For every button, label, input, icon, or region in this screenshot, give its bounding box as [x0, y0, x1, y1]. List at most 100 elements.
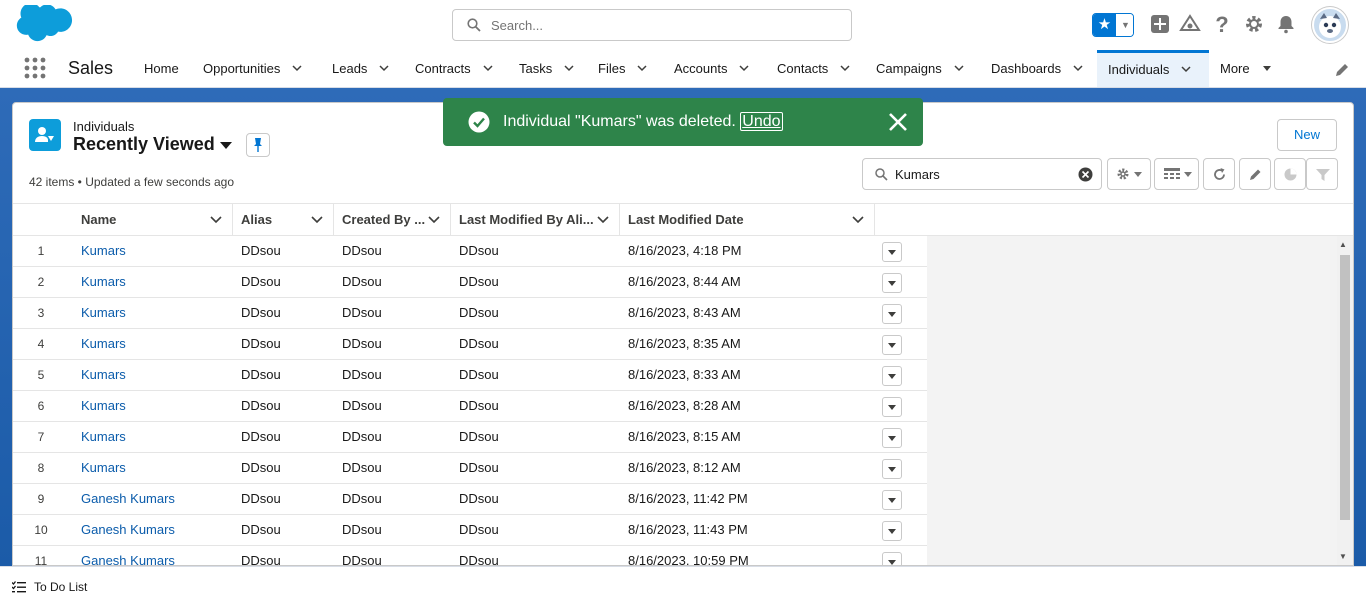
- nav-item-label: Dashboards: [991, 61, 1062, 76]
- edit-nav-pencil-icon[interactable]: [1334, 62, 1350, 78]
- chevron-down-icon[interactable]: [954, 63, 964, 73]
- record-name-link[interactable]: Kumars: [81, 453, 126, 483]
- nav-item-leads[interactable]: Leads: [332, 50, 389, 87]
- chevron-down-icon[interactable]: [637, 63, 647, 73]
- favorites-dropdown-icon[interactable]: ▼: [1117, 14, 1133, 36]
- notifications-bell-icon[interactable]: [1275, 14, 1297, 36]
- column-header-label: Alias: [241, 212, 273, 227]
- todo-list-label[interactable]: To Do List: [34, 580, 87, 594]
- nav-item-contracts[interactable]: Contracts: [415, 50, 493, 87]
- help-icon[interactable]: ?: [1211, 14, 1233, 36]
- record-name-link[interactable]: Kumars: [81, 360, 126, 390]
- search-placeholder: Search...: [491, 18, 544, 33]
- row-actions-button[interactable]: [882, 552, 902, 565]
- record-name-link[interactable]: Kumars: [81, 236, 126, 266]
- chevron-down-icon[interactable]: [597, 215, 609, 225]
- column-header-last-modified-by[interactable]: Last Modified By Ali...: [451, 204, 620, 236]
- nav-item-campaigns[interactable]: Campaigns: [876, 50, 964, 87]
- nav-item-home[interactable]: Home: [144, 50, 179, 87]
- row-actions-button[interactable]: [882, 304, 902, 324]
- chevron-down-icon[interactable]: [428, 215, 440, 225]
- nav-item-files[interactable]: Files: [598, 50, 647, 87]
- new-button[interactable]: New: [1277, 119, 1337, 151]
- favorites-button[interactable]: ★ ▼: [1092, 13, 1134, 37]
- pin-list-button[interactable]: [246, 133, 270, 157]
- chevron-down-icon[interactable]: [1073, 63, 1083, 73]
- caret-down-icon[interactable]: [1262, 63, 1272, 73]
- chevron-down-icon[interactable]: [739, 63, 750, 73]
- chevron-down-icon[interactable]: [564, 63, 574, 73]
- chevron-down-icon[interactable]: [311, 215, 323, 225]
- nav-item-tasks[interactable]: Tasks: [519, 50, 574, 87]
- nav-item-more[interactable]: More: [1220, 50, 1272, 87]
- chevron-down-icon[interactable]: [292, 63, 302, 73]
- scroll-up-arrow-icon[interactable]: ▲: [1339, 240, 1347, 249]
- setup-gear-icon[interactable]: [1243, 14, 1265, 36]
- chevron-down-icon[interactable]: [210, 215, 222, 225]
- row-number: 6: [37, 399, 45, 413]
- row-actions-button[interactable]: [882, 459, 902, 479]
- close-toast-icon[interactable]: [888, 112, 908, 132]
- column-header-alias[interactable]: Alias: [233, 204, 334, 236]
- row-actions-button[interactable]: [882, 521, 902, 541]
- row-actions-button[interactable]: [882, 490, 902, 510]
- row-actions-button[interactable]: [882, 335, 902, 355]
- record-name-link[interactable]: Kumars: [81, 298, 126, 328]
- star-icon[interactable]: ★: [1093, 14, 1116, 36]
- chevron-down-icon[interactable]: [1181, 64, 1191, 74]
- salesforce-logo[interactable]: [16, 5, 74, 47]
- scrollbar-thumb[interactable]: [1340, 255, 1350, 520]
- charts-button[interactable]: [1274, 158, 1306, 190]
- refresh-button[interactable]: [1203, 158, 1235, 190]
- display-as-table-button[interactable]: [1154, 158, 1199, 190]
- list-settings-button[interactable]: [1107, 158, 1151, 190]
- record-name-link[interactable]: Ganesh Kumars: [81, 515, 175, 545]
- trailhead-icon[interactable]: [1179, 14, 1201, 36]
- record-name-link[interactable]: Ganesh Kumars: [81, 484, 175, 514]
- column-header-name[interactable]: Name: [73, 204, 233, 236]
- record-name-link[interactable]: Kumars: [81, 267, 126, 297]
- record-name-link[interactable]: Kumars: [81, 391, 126, 421]
- chevron-down-icon[interactable]: [379, 63, 389, 73]
- list-search-value: Kumars: [895, 167, 940, 182]
- row-actions-button[interactable]: [882, 273, 902, 293]
- filter-button[interactable]: [1306, 158, 1338, 190]
- nav-item-dashboards[interactable]: Dashboards: [991, 50, 1083, 87]
- navigation-bar: Sales Home Opportunities Leads Contracts…: [0, 50, 1366, 88]
- alias-cell: DDsou: [241, 398, 281, 413]
- column-header-last-modified-date[interactable]: Last Modified Date: [620, 204, 875, 236]
- record-name-link[interactable]: Ganesh Kumars: [81, 546, 175, 565]
- record-name-link[interactable]: Kumars: [81, 329, 126, 359]
- global-actions-plus-icon[interactable]: [1149, 14, 1171, 36]
- record-name-link[interactable]: Kumars: [81, 422, 126, 452]
- caret-down-icon: [888, 529, 896, 534]
- column-header-created-by[interactable]: Created By ...: [334, 204, 451, 236]
- scroll-down-arrow-icon[interactable]: ▼: [1339, 552, 1347, 561]
- nav-item-contacts[interactable]: Contacts: [777, 50, 850, 87]
- caret-down-icon: [888, 498, 896, 503]
- row-actions-button[interactable]: [882, 242, 902, 262]
- nav-item-individuals[interactable]: Individuals: [1097, 50, 1209, 87]
- alias-cell: DDsou: [241, 243, 281, 258]
- chevron-down-icon[interactable]: [852, 215, 864, 225]
- nav-item-accounts[interactable]: Accounts: [674, 50, 750, 87]
- inline-edit-button[interactable]: [1239, 158, 1271, 190]
- global-search-input[interactable]: Search...: [452, 9, 852, 41]
- row-number: 9: [37, 492, 45, 506]
- app-launcher-icon[interactable]: [24, 57, 46, 79]
- nav-item-opportunities[interactable]: Opportunities: [203, 50, 302, 87]
- list-search-input[interactable]: Kumars: [862, 158, 1102, 190]
- row-actions-button[interactable]: [882, 397, 902, 417]
- row-actions-button[interactable]: [882, 366, 902, 386]
- list-view-name[interactable]: Recently Viewed: [73, 134, 215, 155]
- undo-link[interactable]: Undo: [740, 112, 783, 131]
- chevron-down-icon[interactable]: [483, 63, 493, 73]
- list-view-dropdown-icon[interactable]: [219, 140, 233, 150]
- user-avatar[interactable]: [1312, 7, 1348, 43]
- clear-search-icon[interactable]: [1078, 167, 1093, 182]
- refresh-icon: [1214, 168, 1225, 180]
- chevron-down-icon[interactable]: [840, 63, 850, 73]
- table-row: 11 Ganesh Kumars DDsou DDsou DDsou 8/16/…: [13, 546, 927, 565]
- modified-date-cell: 8/16/2023, 8:12 AM: [628, 460, 741, 475]
- row-actions-button[interactable]: [882, 428, 902, 448]
